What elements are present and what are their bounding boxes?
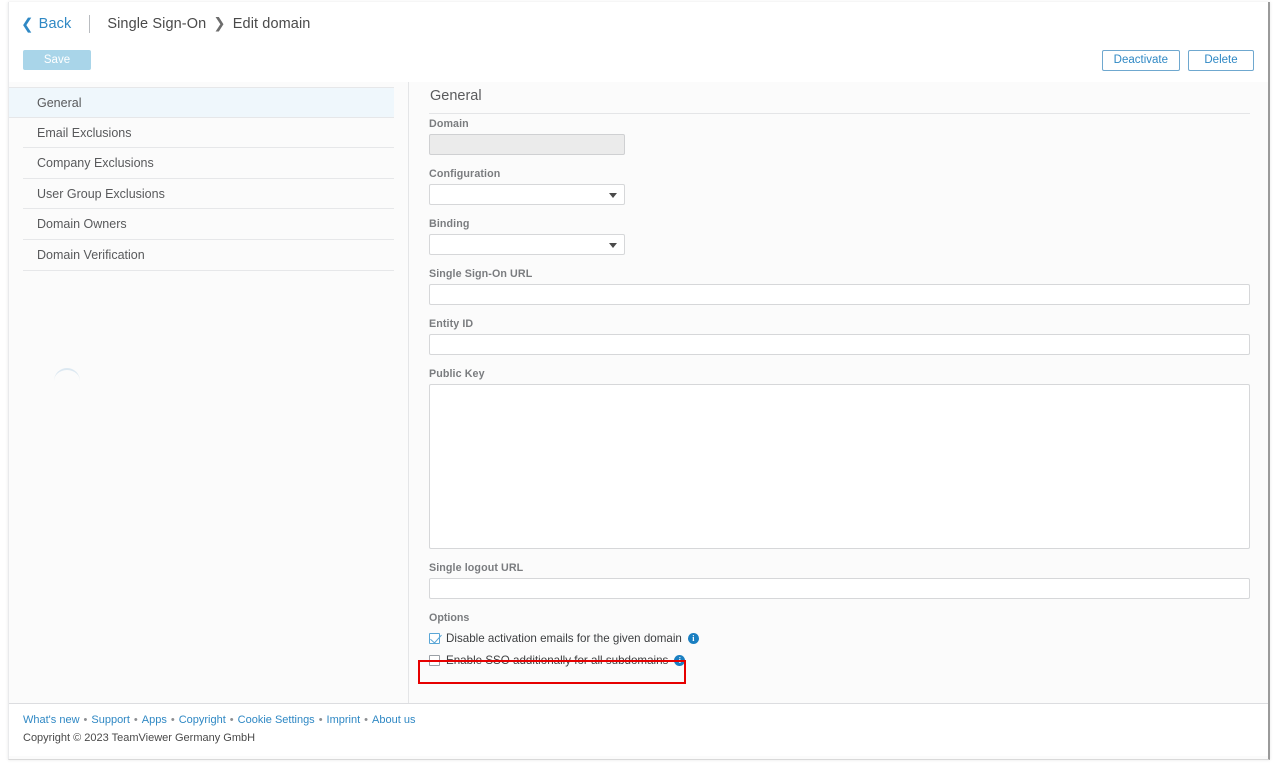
entity-id-label: Entity ID xyxy=(429,318,1250,330)
back-button[interactable]: ❮ Back xyxy=(21,16,71,32)
footer-link-imprint[interactable]: Imprint xyxy=(327,714,361,726)
breadcrumb: ❮ Back Single Sign-On ❯ Edit domain xyxy=(21,15,310,33)
info-icon[interactable]: i xyxy=(688,633,699,644)
option-row-enable-sso-subdomains: Enable SSO additionally for all subdomai… xyxy=(429,651,1250,670)
general-form: Domain Configuration Binding xyxy=(429,118,1250,683)
footer-link-apps[interactable]: Apps xyxy=(142,714,167,726)
footer-links: What's new•Support•Apps•Copyright•Cookie… xyxy=(23,714,1268,726)
sidebar-item-company-exclusions[interactable]: Company Exclusions xyxy=(23,148,394,179)
footer-link-cookie-settings[interactable]: Cookie Settings xyxy=(238,714,315,726)
option-row-disable-activation-emails: Disable activation emails for the given … xyxy=(429,629,1250,648)
footer-link-support[interactable]: Support xyxy=(91,714,130,726)
settings-sidebar: General Email Exclusions Company Exclusi… xyxy=(9,82,409,703)
info-icon[interactable]: i xyxy=(674,655,685,666)
sidebar-item-user-group-exclusions[interactable]: User Group Exclusions xyxy=(23,179,394,210)
copyright-text: Copyright © 2023 TeamViewer Germany GmbH xyxy=(23,732,1268,744)
breadcrumb-root[interactable]: Single Sign-On xyxy=(107,16,206,32)
logout-url-label: Single logout URL xyxy=(429,562,1250,574)
sidebar-item-email-exclusions[interactable]: Email Exclusions xyxy=(23,118,394,149)
footer-separator: • xyxy=(167,714,179,726)
sidebar-item-general[interactable]: General xyxy=(9,87,394,118)
save-button[interactable]: Save xyxy=(23,50,91,70)
page-footer: What's new•Support•Apps•Copyright•Cookie… xyxy=(9,703,1268,756)
back-label: Back xyxy=(39,16,72,32)
field-configuration: Configuration xyxy=(429,168,1250,205)
options-label: Options xyxy=(429,612,1250,624)
enable-sso-subdomains-checkbox[interactable] xyxy=(429,655,440,666)
loading-spinner-icon xyxy=(54,368,80,381)
field-binding: Binding xyxy=(429,218,1250,255)
logout-url-input[interactable] xyxy=(429,578,1250,599)
general-settings-panel: General Domain Configuration xyxy=(410,82,1268,703)
panel-divider xyxy=(429,113,1250,114)
configuration-select-wrap xyxy=(429,184,625,205)
breadcrumb-trail: Single Sign-On ❯ Edit domain xyxy=(107,16,310,32)
disable-activation-emails-checkbox[interactable] xyxy=(429,633,440,644)
field-sso-url: Single Sign-On URL xyxy=(429,268,1250,305)
sidebar-list: General Email Exclusions Company Exclusi… xyxy=(9,82,408,271)
sidebar-item-domain-verification[interactable]: Domain Verification xyxy=(23,240,394,271)
breadcrumb-divider xyxy=(89,15,90,33)
footer-link-whats-new[interactable]: What's new xyxy=(23,714,80,726)
footer-separator: • xyxy=(315,714,327,726)
enable-sso-subdomains-label: Enable SSO additionally for all subdomai… xyxy=(446,654,668,667)
footer-separator: • xyxy=(80,714,92,726)
footer-separator: • xyxy=(130,714,142,726)
field-entity-id: Entity ID xyxy=(429,318,1250,355)
domain-input xyxy=(429,134,625,155)
sso-url-input[interactable] xyxy=(429,284,1250,305)
configuration-select[interactable] xyxy=(429,184,625,205)
configuration-label: Configuration xyxy=(429,168,1250,180)
page-root: ❮ Back Single Sign-On ❯ Edit domain Save… xyxy=(0,0,1280,764)
page-header: ❮ Back Single Sign-On ❯ Edit domain Save… xyxy=(9,2,1268,82)
footer-link-about-us[interactable]: About us xyxy=(372,714,415,726)
binding-select[interactable] xyxy=(429,234,625,255)
field-logout-url: Single logout URL xyxy=(429,562,1250,599)
app-frame: ❮ Back Single Sign-On ❯ Edit domain Save… xyxy=(8,2,1270,760)
header-actions: Deactivate Delete xyxy=(1102,50,1254,71)
delete-button[interactable]: Delete xyxy=(1188,50,1254,71)
panel-title: General xyxy=(430,88,482,104)
chevron-left-icon: ❮ xyxy=(21,17,34,32)
sso-url-label: Single Sign-On URL xyxy=(429,268,1250,280)
field-public-key: Public Key xyxy=(429,368,1250,549)
disable-activation-emails-label: Disable activation emails for the given … xyxy=(446,632,682,645)
deactivate-button[interactable]: Deactivate xyxy=(1102,50,1180,71)
binding-select-wrap xyxy=(429,234,625,255)
public-key-textarea[interactable] xyxy=(429,384,1250,549)
public-key-label: Public Key xyxy=(429,368,1250,380)
binding-label: Binding xyxy=(429,218,1250,230)
content-area: General Email Exclusions Company Exclusi… xyxy=(9,82,1268,703)
breadcrumb-separator-icon: ❯ xyxy=(210,16,228,32)
domain-label: Domain xyxy=(429,118,1250,130)
breadcrumb-current: Edit domain xyxy=(233,16,311,32)
sidebar-item-domain-owners[interactable]: Domain Owners xyxy=(23,209,394,240)
entity-id-input[interactable] xyxy=(429,334,1250,355)
field-options: Options Disable activation emails for th… xyxy=(429,612,1250,670)
footer-separator: • xyxy=(226,714,238,726)
footer-link-copyright[interactable]: Copyright xyxy=(179,714,226,726)
field-domain: Domain xyxy=(429,118,1250,155)
footer-separator: • xyxy=(360,714,372,726)
